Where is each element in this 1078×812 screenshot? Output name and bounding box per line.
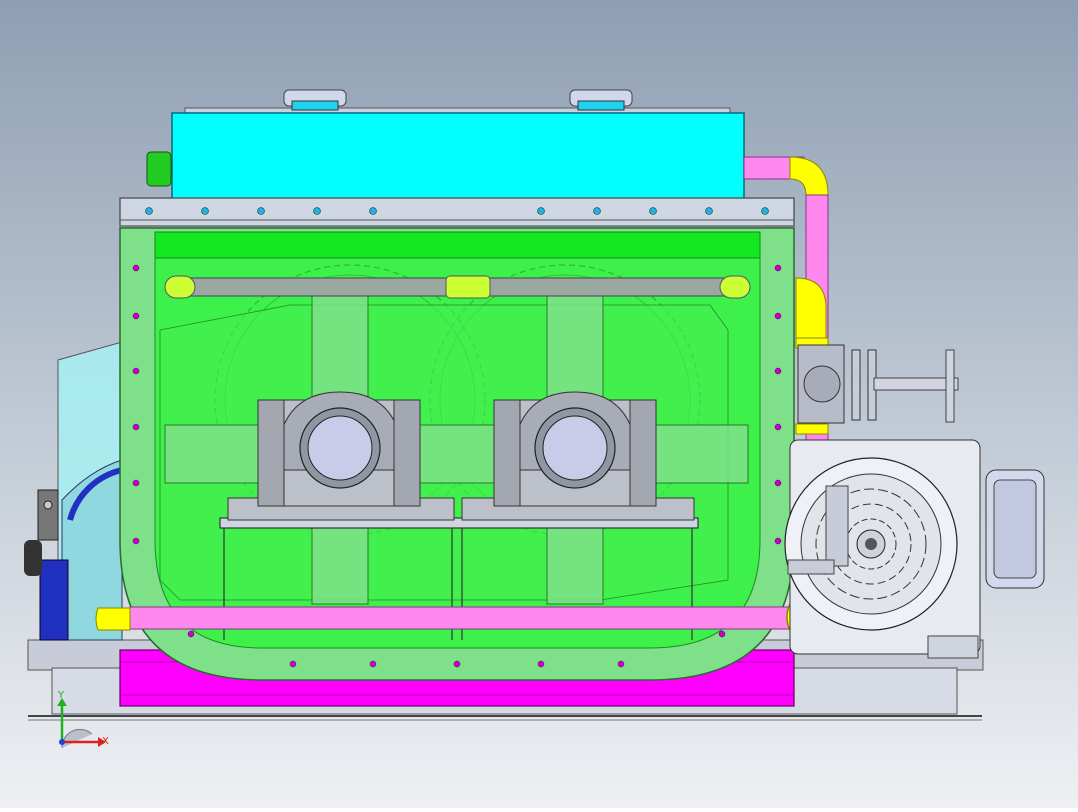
discharge-pipe[interactable] [95,606,796,631]
assembly-drawing: X Y [0,0,1078,808]
triad-x-label: X [102,736,109,747]
cover-handle-right[interactable] [569,89,633,111]
triad-y-label: Y [57,690,65,701]
vent-nozzle[interactable] [146,151,172,187]
triad-z-axis [59,739,65,745]
bearing-housing-left[interactable] [227,391,455,521]
cad-viewport[interactable]: X Y [0,0,1078,808]
cover-handle-left[interactable] [283,89,347,111]
flange-plate [119,197,795,227]
